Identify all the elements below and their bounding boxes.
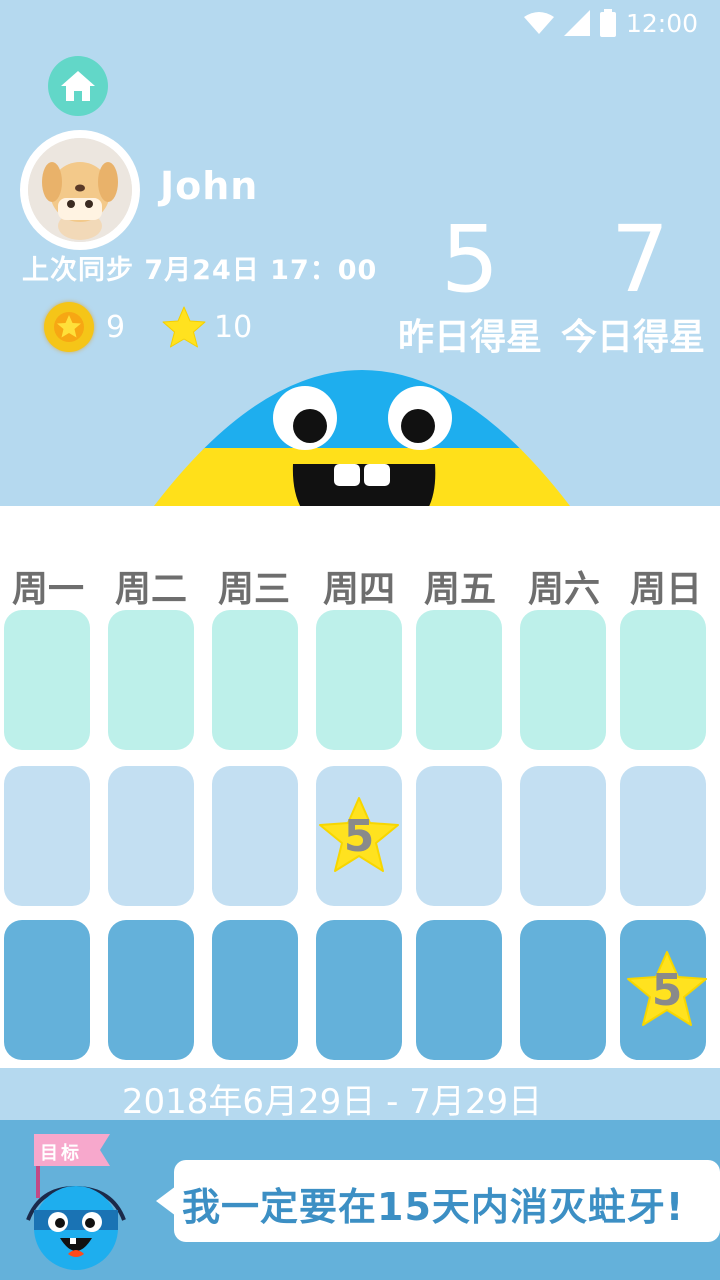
- yesterday-stars-label: 昨日得星: [397, 317, 542, 358]
- signal-icon: [563, 10, 590, 36]
- calendar-cell[interactable]: [520, 920, 606, 1060]
- calendar-cell[interactable]: [620, 766, 706, 906]
- status-time: 12:00: [625, 8, 698, 38]
- calendar-cell[interactable]: [108, 920, 194, 1060]
- star-icon: [162, 306, 206, 348]
- today-stars-label: 今日得星: [560, 317, 705, 358]
- calendar-cell[interactable]: [520, 766, 606, 906]
- star-reward-count: 5: [343, 811, 375, 862]
- star-count: 10: [214, 310, 253, 345]
- battery-icon: [599, 9, 616, 37]
- calendar-cell[interactable]: [108, 610, 194, 750]
- calendar-cell[interactable]: [316, 920, 402, 1060]
- date-range-text: 2018年6月29日 - 7月29日: [121, 1082, 543, 1122]
- coin-icon: [44, 302, 94, 352]
- speech-bubble-tail: [156, 1186, 176, 1216]
- calendar-cell[interactable]: [212, 610, 298, 750]
- wifi-icon: [523, 12, 554, 34]
- calendar-cell[interactable]: [212, 920, 298, 1060]
- calendar-cell[interactable]: [212, 766, 298, 906]
- coin-count: 9: [106, 310, 126, 345]
- weekday-sun: 周日: [629, 569, 702, 610]
- calendar-cell[interactable]: [316, 610, 402, 750]
- weekday-tue: 周二: [114, 569, 187, 610]
- calendar-cell[interactable]: [416, 766, 502, 906]
- calendar-cell[interactable]: [4, 920, 90, 1060]
- weekday-thu: 周四: [322, 569, 395, 610]
- weekday-wed: 周三: [217, 569, 290, 610]
- star-reward-count: 5: [651, 965, 683, 1016]
- calendar-cell[interactable]: [520, 610, 606, 750]
- calendar-cell[interactable]: [416, 610, 502, 750]
- weekday-mon: 周一: [11, 569, 84, 610]
- goal-text: 我一定要在15天内消灭蛀牙!: [182, 1185, 685, 1229]
- avatar[interactable]: [20, 130, 140, 250]
- calendar-cell[interactable]: [4, 610, 90, 750]
- home-button[interactable]: [48, 56, 108, 116]
- last-sync-text: 上次同步 7月24日 17：00: [22, 255, 378, 286]
- status-bar: 12:00: [523, 8, 698, 38]
- calendar-cell[interactable]: [108, 766, 194, 906]
- avatar-image: [28, 138, 132, 242]
- goal-flag-label: 目标: [40, 1143, 82, 1164]
- username: John: [160, 164, 259, 208]
- calendar-cell[interactable]: [416, 920, 502, 1060]
- weekday-sat: 周六: [527, 569, 600, 610]
- calendar-cell[interactable]: [620, 610, 706, 750]
- today-stars-value: 7: [610, 206, 670, 313]
- weekday-fri: 周五: [423, 569, 496, 610]
- calendar-cell[interactable]: [4, 766, 90, 906]
- yesterday-stars-value: 5: [440, 206, 500, 313]
- home-icon: [61, 71, 95, 101]
